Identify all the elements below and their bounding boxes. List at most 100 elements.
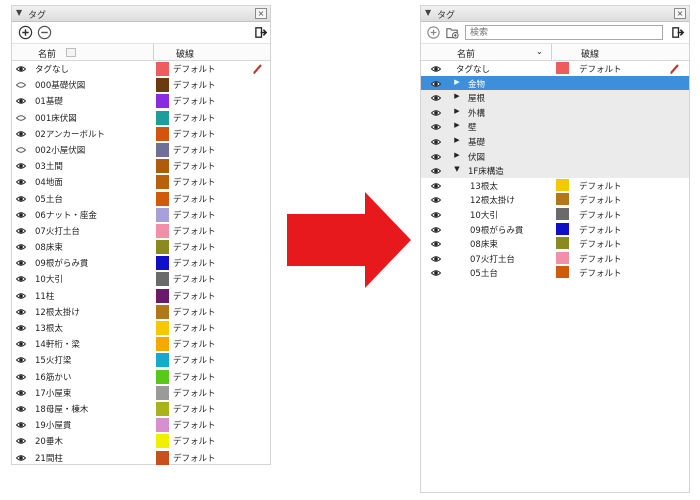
color-swatch[interactable]: [156, 369, 169, 384]
tag-row[interactable]: 11柱 デフォルト: [12, 288, 270, 304]
tag-row[interactable]: 08床束 デフォルト: [12, 239, 270, 255]
eye-icon[interactable]: [16, 340, 26, 348]
color-swatch[interactable]: [156, 142, 169, 157]
tag-row[interactable]: 07火打土台 デフォルト: [421, 251, 689, 266]
panel-titlebar[interactable]: ▼ タグ ×: [12, 6, 270, 22]
eye-icon[interactable]: [431, 123, 441, 131]
line-style-value[interactable]: デフォルト: [579, 209, 622, 221]
eye-icon[interactable]: [431, 65, 441, 73]
tag-row[interactable]: 06ナット・座金 デフォルト: [12, 207, 270, 223]
eye-icon[interactable]: [16, 405, 26, 413]
line-style-value[interactable]: デフォルト: [173, 241, 216, 253]
tag-row[interactable]: 001床伏図 デフォルト: [12, 110, 270, 126]
column-line-header[interactable]: 破線: [581, 47, 599, 60]
line-style-value[interactable]: デフォルト: [173, 273, 216, 285]
line-style-value[interactable]: デフォルト: [173, 112, 216, 124]
pencil-icon[interactable]: [252, 62, 264, 75]
tag-row[interactable]: 04地面 デフォルト: [12, 174, 270, 190]
plus-circle-icon[interactable]: [18, 25, 33, 40]
color-swatch[interactable]: [156, 385, 169, 400]
tag-row[interactable]: 12根太掛け デフォルト: [12, 304, 270, 320]
tag-row[interactable]: 07火打土台 デフォルト: [12, 223, 270, 239]
eye-icon[interactable]: [16, 373, 26, 381]
color-swatch[interactable]: [156, 78, 169, 93]
color-swatch[interactable]: [156, 240, 169, 255]
panel-titlebar[interactable]: ▼ タグ ×: [421, 6, 689, 22]
color-swatch[interactable]: [556, 178, 569, 191]
line-style-value[interactable]: デフォルト: [173, 128, 216, 140]
minus-circle-icon[interactable]: [37, 25, 52, 40]
tag-folder-row[interactable]: ▶ 金物: [421, 75, 689, 91]
tag-row[interactable]: 14軒桁・梁 デフォルト: [12, 336, 270, 352]
export-arrow-icon[interactable]: [671, 25, 686, 40]
eye-icon[interactable]: [16, 178, 26, 186]
line-style-value[interactable]: デフォルト: [579, 224, 622, 236]
tag-row[interactable]: 02アンカーボルト デフォルト: [12, 126, 270, 142]
color-swatch[interactable]: [156, 304, 169, 319]
tag-row[interactable]: 21間柱 デフォルト: [12, 450, 270, 466]
color-swatch[interactable]: [556, 251, 569, 264]
line-style-value[interactable]: デフォルト: [579, 267, 622, 279]
tag-row[interactable]: 17小屋束 デフォルト: [12, 385, 270, 401]
color-swatch[interactable]: [156, 223, 169, 238]
tag-folder-row[interactable]: ▶ 壁: [421, 119, 689, 134]
eye-hidden-icon[interactable]: [16, 81, 26, 89]
tag-folder-row[interactable]: ▼ 1F床構造: [421, 163, 689, 178]
color-swatch[interactable]: [156, 126, 169, 141]
color-swatch[interactable]: [156, 191, 169, 206]
tag-row[interactable]: 20垂木 デフォルト: [12, 433, 270, 449]
color-swatch[interactable]: [556, 222, 569, 235]
tag-row[interactable]: 01基礎 デフォルト: [12, 93, 270, 109]
column-line-header[interactable]: 破線: [176, 47, 194, 60]
line-style-value[interactable]: デフォルト: [173, 95, 216, 107]
eye-icon[interactable]: [16, 65, 26, 73]
eye-hidden-icon[interactable]: [16, 146, 26, 154]
column-divider[interactable]: [551, 44, 552, 61]
column-name-header[interactable]: 名前: [38, 47, 56, 60]
eye-icon[interactable]: [16, 195, 26, 203]
close-icon[interactable]: ×: [674, 8, 686, 19]
eye-icon[interactable]: [431, 196, 441, 204]
line-style-value[interactable]: デフォルト: [173, 144, 216, 156]
tag-row[interactable]: 18母屋・棟木 デフォルト: [12, 401, 270, 417]
line-style-value[interactable]: デフォルト: [579, 253, 622, 265]
tag-row[interactable]: 19小屋貫 デフォルト: [12, 417, 270, 433]
eye-icon[interactable]: [16, 227, 26, 235]
tag-row[interactable]: 09根がらみ貫 デフォルト: [421, 222, 689, 237]
eye-icon[interactable]: [431, 94, 441, 102]
tag-row[interactable]: 13根太 デフォルト: [12, 320, 270, 336]
tag-row[interactable]: 15火打梁 デフォルト: [12, 352, 270, 368]
column-divider[interactable]: [153, 44, 154, 61]
eye-icon[interactable]: [16, 130, 26, 138]
color-swatch[interactable]: [156, 450, 169, 465]
line-style-value[interactable]: デフォルト: [173, 322, 216, 334]
tag-row[interactable]: 08床束 デフォルト: [421, 236, 689, 251]
eye-icon[interactable]: [431, 240, 441, 248]
expand-right-icon[interactable]: ▶: [453, 92, 461, 100]
eye-icon[interactable]: [431, 153, 441, 161]
color-swatch[interactable]: [156, 288, 169, 303]
eye-hidden-icon[interactable]: [16, 114, 26, 122]
color-swatch[interactable]: [156, 62, 169, 76]
expand-right-icon[interactable]: ▶: [453, 121, 461, 129]
color-swatch[interactable]: [156, 159, 169, 174]
eye-icon[interactable]: [431, 182, 441, 190]
line-style-value[interactable]: デフォルト: [173, 371, 216, 383]
export-arrow-icon[interactable]: [254, 25, 269, 40]
line-style-value[interactable]: デフォルト: [173, 209, 216, 221]
line-style-value[interactable]: デフォルト: [173, 403, 216, 415]
eye-icon[interactable]: [431, 138, 441, 146]
eye-icon[interactable]: [431, 80, 441, 88]
color-swatch[interactable]: [556, 237, 569, 250]
eye-icon[interactable]: [431, 255, 441, 263]
eye-icon[interactable]: [16, 454, 26, 462]
pencil-icon[interactable]: [669, 62, 681, 75]
eye-icon[interactable]: [431, 211, 441, 219]
expand-right-icon[interactable]: ▶: [453, 151, 461, 159]
color-swatch[interactable]: [556, 266, 569, 279]
line-style-value[interactable]: デフォルト: [173, 435, 216, 447]
tag-row[interactable]: 12根太掛け デフォルト: [421, 192, 689, 207]
add-folder-icon[interactable]: [445, 25, 460, 40]
expand-right-icon[interactable]: ▶: [453, 78, 461, 86]
tag-row[interactable]: 10大引 デフォルト: [421, 207, 689, 222]
